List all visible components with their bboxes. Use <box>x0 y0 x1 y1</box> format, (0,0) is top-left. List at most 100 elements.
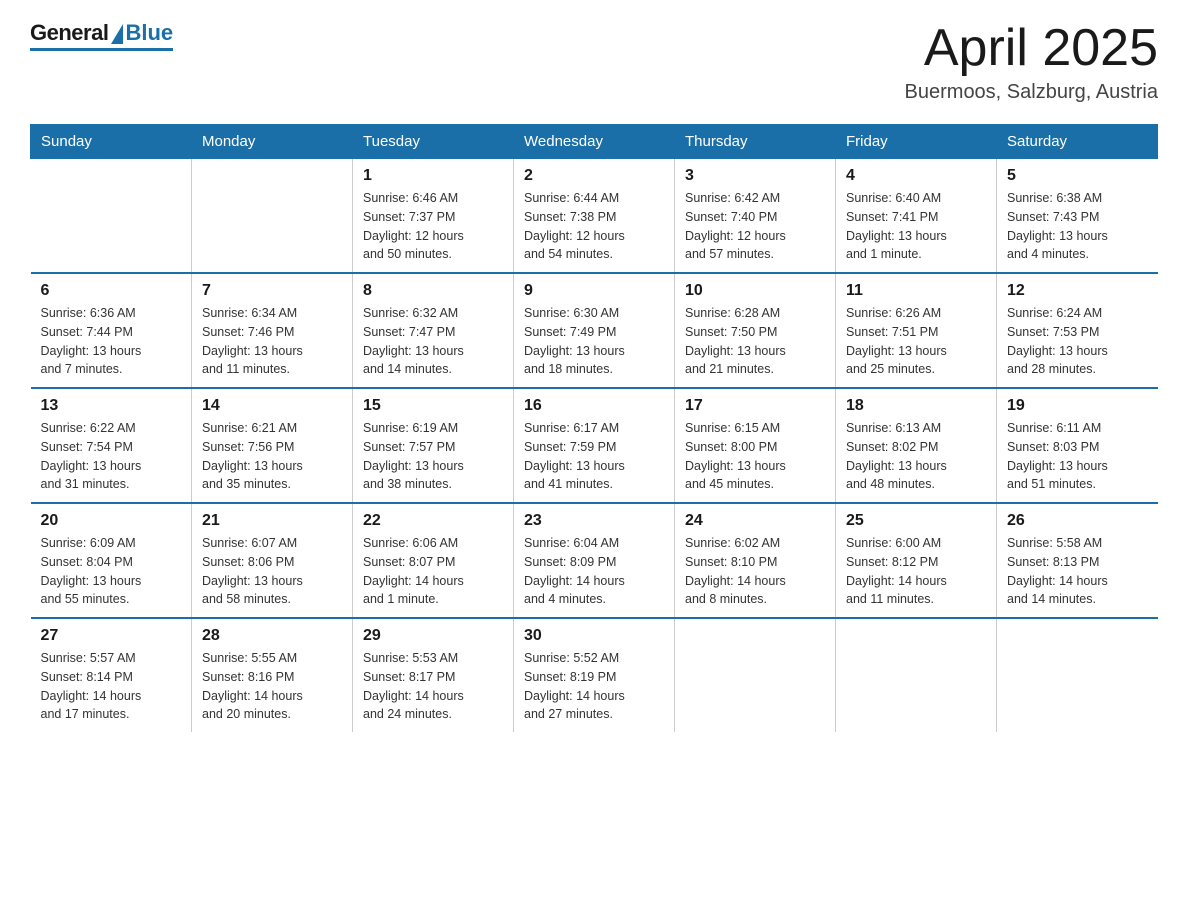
calendar-cell: 9Sunrise: 6:30 AM Sunset: 7:49 PM Daylig… <box>514 273 675 388</box>
calendar-week-row: 13 Sunrise: 6:22 AM Sunset: 7:54 PM Dayli… <box>31 388 1158 503</box>
day-info: Sunrise: 5:52 AM Sunset: 8:19 PM Dayligh… <box>524 649 664 724</box>
calendar-cell: 12 Sunrise: 6:24 AM Sunset: 7:53 PM Dayli… <box>997 273 1158 388</box>
calendar-cell: 24 Sunrise: 6:02 AM Sunset: 8:10 PM Dayli… <box>675 503 836 618</box>
calendar-week-row: 27 Sunrise: 5:57 AM Sunset: 8:14 PM Dayli… <box>31 618 1158 732</box>
day-number: 7 <box>202 282 342 300</box>
day-number: 18 <box>846 397 986 415</box>
calendar-cell <box>31 159 192 274</box>
logo: General Blue <box>30 20 173 51</box>
day-info: Sunrise: 5:53 AM Sunset: 8:17 PM Dayligh… <box>363 649 503 724</box>
calendar-cell: 20 Sunrise: 6:09 AM Sunset: 8:04 PM Dayli… <box>31 503 192 618</box>
logo-triangle-icon <box>111 24 123 44</box>
day-number: 3 <box>685 167 825 185</box>
day-info: Sunrise: 6:24 AM Sunset: 7:53 PM Dayligh… <box>1007 304 1148 379</box>
day-number: 29 <box>363 627 503 645</box>
day-info: Sunrise: 5:58 AM Sunset: 8:13 PM Dayligh… <box>1007 534 1148 609</box>
day-number: 22 <box>363 512 503 530</box>
calendar-cell <box>836 618 997 732</box>
day-number: 13 <box>41 397 182 415</box>
day-info: Sunrise: 6:44 AM Sunset: 7:38 PM Dayligh… <box>524 189 664 264</box>
day-info: Sunrise: 6:02 AM Sunset: 8:10 PM Dayligh… <box>685 534 825 609</box>
day-info: Sunrise: 6:15 AM Sunset: 8:00 PM Dayligh… <box>685 419 825 494</box>
calendar-cell: 2 Sunrise: 6:44 AM Sunset: 7:38 PM Daylig… <box>514 159 675 274</box>
day-info: Sunrise: 6:11 AM Sunset: 8:03 PM Dayligh… <box>1007 419 1148 494</box>
calendar-cell: 19Sunrise: 6:11 AM Sunset: 8:03 PM Dayli… <box>997 388 1158 503</box>
column-header-saturday: Saturday <box>997 125 1158 159</box>
day-info: Sunrise: 6:19 AM Sunset: 7:57 PM Dayligh… <box>363 419 503 494</box>
day-info: Sunrise: 6:38 AM Sunset: 7:43 PM Dayligh… <box>1007 189 1148 264</box>
day-info: Sunrise: 6:28 AM Sunset: 7:50 PM Dayligh… <box>685 304 825 379</box>
day-number: 27 <box>41 627 182 645</box>
calendar-cell: 18 Sunrise: 6:13 AM Sunset: 8:02 PM Dayli… <box>836 388 997 503</box>
day-number: 4 <box>846 167 986 185</box>
day-number: 25 <box>846 512 986 530</box>
day-info: Sunrise: 6:07 AM Sunset: 8:06 PM Dayligh… <box>202 534 342 609</box>
day-number: 6 <box>41 282 182 300</box>
calendar-cell: 30 Sunrise: 5:52 AM Sunset: 8:19 PM Dayli… <box>514 618 675 732</box>
day-info: Sunrise: 6:21 AM Sunset: 7:56 PM Dayligh… <box>202 419 342 494</box>
calendar-week-row: 6 Sunrise: 6:36 AM Sunset: 7:44 PM Daylig… <box>31 273 1158 388</box>
day-info: Sunrise: 6:17 AM Sunset: 7:59 PM Dayligh… <box>524 419 664 494</box>
column-header-sunday: Sunday <box>31 125 192 159</box>
column-header-tuesday: Tuesday <box>353 125 514 159</box>
day-info: Sunrise: 6:06 AM Sunset: 8:07 PM Dayligh… <box>363 534 503 609</box>
day-number: 21 <box>202 512 342 530</box>
column-header-friday: Friday <box>836 125 997 159</box>
calendar-cell: 26 Sunrise: 5:58 AM Sunset: 8:13 PM Dayli… <box>997 503 1158 618</box>
column-header-thursday: Thursday <box>675 125 836 159</box>
calendar-cell: 22 Sunrise: 6:06 AM Sunset: 8:07 PM Dayli… <box>353 503 514 618</box>
day-number: 11 <box>846 282 986 300</box>
day-number: 23 <box>524 512 664 530</box>
day-info: Sunrise: 6:36 AM Sunset: 7:44 PM Dayligh… <box>41 304 182 379</box>
day-info: Sunrise: 6:13 AM Sunset: 8:02 PM Dayligh… <box>846 419 986 494</box>
calendar-week-row: 20 Sunrise: 6:09 AM Sunset: 8:04 PM Dayli… <box>31 503 1158 618</box>
day-number: 5 <box>1007 167 1148 185</box>
day-number: 9 <box>524 282 664 300</box>
calendar-cell <box>192 159 353 274</box>
calendar-cell: 29 Sunrise: 5:53 AM Sunset: 8:17 PM Dayli… <box>353 618 514 732</box>
calendar-cell <box>997 618 1158 732</box>
calendar-cell: 4Sunrise: 6:40 AM Sunset: 7:41 PM Daylig… <box>836 159 997 274</box>
day-number: 1 <box>363 167 503 185</box>
calendar-cell <box>675 618 836 732</box>
day-info: Sunrise: 6:32 AM Sunset: 7:47 PM Dayligh… <box>363 304 503 379</box>
calendar-cell: 5 Sunrise: 6:38 AM Sunset: 7:43 PM Daylig… <box>997 159 1158 274</box>
day-number: 8 <box>363 282 503 300</box>
day-number: 12 <box>1007 282 1148 300</box>
location-text: Buermoos, Salzburg, Austria <box>905 81 1158 104</box>
day-number: 24 <box>685 512 825 530</box>
title-section: April 2025 Buermoos, Salzburg, Austria <box>905 20 1158 104</box>
day-info: Sunrise: 6:42 AM Sunset: 7:40 PM Dayligh… <box>685 189 825 264</box>
calendar-cell: 14 Sunrise: 6:21 AM Sunset: 7:56 PM Dayli… <box>192 388 353 503</box>
calendar-cell: 15 Sunrise: 6:19 AM Sunset: 7:57 PM Dayli… <box>353 388 514 503</box>
calendar-cell: 25 Sunrise: 6:00 AM Sunset: 8:12 PM Dayli… <box>836 503 997 618</box>
day-info: Sunrise: 6:09 AM Sunset: 8:04 PM Dayligh… <box>41 534 182 609</box>
calendar-cell: 3 Sunrise: 6:42 AM Sunset: 7:40 PM Daylig… <box>675 159 836 274</box>
day-info: Sunrise: 6:46 AM Sunset: 7:37 PM Dayligh… <box>363 189 503 264</box>
calendar-cell: 27 Sunrise: 5:57 AM Sunset: 8:14 PM Dayli… <box>31 618 192 732</box>
column-header-monday: Monday <box>192 125 353 159</box>
calendar-table: SundayMondayTuesdayWednesdayThursdayFrid… <box>30 124 1158 732</box>
column-header-wednesday: Wednesday <box>514 125 675 159</box>
calendar-cell: 11 Sunrise: 6:26 AM Sunset: 7:51 PM Dayli… <box>836 273 997 388</box>
calendar-cell: 10Sunrise: 6:28 AM Sunset: 7:50 PM Dayli… <box>675 273 836 388</box>
day-number: 15 <box>363 397 503 415</box>
day-number: 20 <box>41 512 182 530</box>
day-number: 30 <box>524 627 664 645</box>
calendar-cell: 16Sunrise: 6:17 AM Sunset: 7:59 PM Dayli… <box>514 388 675 503</box>
logo-general-text: General <box>30 20 108 46</box>
day-info: Sunrise: 5:55 AM Sunset: 8:16 PM Dayligh… <box>202 649 342 724</box>
day-info: Sunrise: 6:00 AM Sunset: 8:12 PM Dayligh… <box>846 534 986 609</box>
calendar-header-row: SundayMondayTuesdayWednesdayThursdayFrid… <box>31 125 1158 159</box>
day-number: 26 <box>1007 512 1148 530</box>
day-info: Sunrise: 6:26 AM Sunset: 7:51 PM Dayligh… <box>846 304 986 379</box>
day-info: Sunrise: 6:22 AM Sunset: 7:54 PM Dayligh… <box>41 419 182 494</box>
month-title: April 2025 <box>905 20 1158 77</box>
day-number: 2 <box>524 167 664 185</box>
calendar-cell: 28Sunrise: 5:55 AM Sunset: 8:16 PM Dayli… <box>192 618 353 732</box>
calendar-week-row: 1 Sunrise: 6:46 AM Sunset: 7:37 PM Daylig… <box>31 159 1158 274</box>
day-info: Sunrise: 6:04 AM Sunset: 8:09 PM Dayligh… <box>524 534 664 609</box>
calendar-cell: 23 Sunrise: 6:04 AM Sunset: 8:09 PM Dayli… <box>514 503 675 618</box>
day-info: Sunrise: 5:57 AM Sunset: 8:14 PM Dayligh… <box>41 649 182 724</box>
day-number: 14 <box>202 397 342 415</box>
